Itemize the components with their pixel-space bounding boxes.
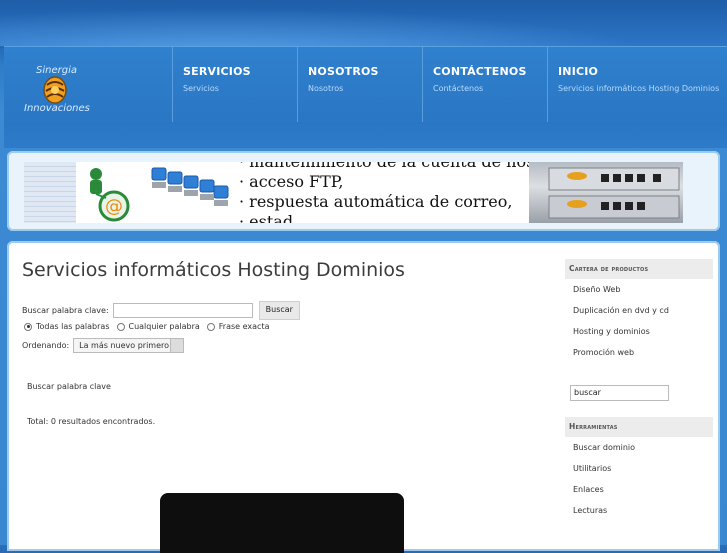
radio-any-word[interactable]: Cualquier palabra bbox=[116, 322, 200, 331]
svg-text:@: @ bbox=[105, 196, 123, 217]
radio-label: Frase exacta bbox=[218, 322, 270, 331]
nav-subbar bbox=[4, 122, 727, 148]
page-title: Servicios informáticos Hosting Dominios bbox=[22, 259, 405, 281]
sidebar-item-promocion[interactable]: Promoción web bbox=[565, 342, 713, 363]
nav-title: NOSOTROS bbox=[308, 65, 379, 78]
sidebar-item-duplicacion[interactable]: Duplicación en dvd y cd bbox=[565, 300, 713, 321]
radio-label: Cualquier palabra bbox=[128, 322, 200, 331]
results-count: Total: 0 resultados encontrados. bbox=[27, 417, 156, 426]
router-image bbox=[529, 162, 683, 223]
sidebar-item-buscar-dominio[interactable]: Buscar dominio bbox=[565, 437, 713, 458]
video-player[interactable] bbox=[160, 493, 404, 553]
nav-subtitle: Servicios bbox=[183, 84, 219, 93]
radio-exact-phrase[interactable]: Frase exacta bbox=[206, 322, 270, 331]
banner-line: · respuesta automática de correo, bbox=[239, 192, 513, 211]
logo-text-bottom: Innovaciones bbox=[24, 103, 90, 114]
nav-item-servicios[interactable]: SERVICIOS Servicios bbox=[173, 47, 298, 123]
banner: @ · acceso FTP, · respuesta automática d… bbox=[7, 151, 720, 231]
banner-image: @ · acceso FTP, · respuesta automática d… bbox=[24, 162, 683, 223]
radio-all-words[interactable]: Todas las palabras bbox=[24, 322, 110, 331]
nav-item-contactenos[interactable]: CONTÁCTENOS Contáctenos bbox=[423, 47, 548, 123]
banner-line: · acceso FTP, bbox=[239, 172, 344, 191]
ordering-select[interactable]: La más nuevo primero bbox=[73, 338, 185, 353]
router-icon bbox=[548, 167, 680, 219]
logo[interactable]: Sinergia Innovaciones bbox=[4, 47, 173, 123]
radio-button[interactable] bbox=[206, 322, 215, 331]
chevron-down-icon[interactable] bbox=[170, 339, 184, 352]
search-row: Buscar palabra clave: Buscar bbox=[22, 301, 300, 320]
newspaper-image bbox=[24, 162, 76, 223]
top-band bbox=[0, 0, 727, 46]
sidebar-item-hosting[interactable]: Hosting y dominios bbox=[565, 321, 713, 342]
at-network-icon: @ bbox=[90, 168, 130, 222]
nav-title: INICIO bbox=[558, 65, 599, 78]
banner-text: · mantenimiento de la cuenta de hosting,… bbox=[239, 162, 571, 223]
ordering-label: Ordenando: bbox=[22, 341, 70, 350]
nav-subtitle: Nosotros bbox=[308, 84, 344, 93]
ordering-value: La más nuevo primero bbox=[79, 341, 170, 350]
sidebar-item-utilitarios[interactable]: Utilitarios bbox=[565, 458, 713, 479]
sidebar: Cartera de productos Diseño Web Duplicac… bbox=[565, 259, 713, 521]
nav-item-inicio[interactable]: INICIO Servicios informáticos Hosting Do… bbox=[548, 47, 727, 123]
content-panel: Servicios informáticos Hosting Dominios … bbox=[7, 241, 720, 553]
banner-line: · mantenimiento de la cuenta de hosting, bbox=[239, 162, 571, 172]
sidebar-item-diseno-web[interactable]: Diseño Web bbox=[565, 279, 713, 300]
sidebar-item-lecturas[interactable]: Lecturas bbox=[565, 500, 713, 521]
main-nav: Sinergia Innovaciones SERVICIOS Servicio… bbox=[4, 46, 727, 123]
keyboard-image bbox=[150, 164, 230, 220]
search-input[interactable] bbox=[112, 303, 253, 318]
nav-title: CONTÁCTENOS bbox=[433, 65, 527, 78]
logo-icon bbox=[43, 76, 67, 104]
sidebar-heading-tools: Herramientas bbox=[565, 417, 713, 437]
radio-button[interactable] bbox=[24, 322, 32, 331]
nav-subtitle: Servicios informáticos Hosting Dominios bbox=[558, 84, 720, 93]
nav-title: SERVICIOS bbox=[183, 65, 251, 78]
keys-icon bbox=[151, 167, 229, 206]
sidebar-heading-products: Cartera de productos bbox=[565, 259, 713, 279]
sidebar-item-enlaces[interactable]: Enlaces bbox=[565, 479, 713, 500]
search-label: Buscar palabra clave: bbox=[22, 306, 109, 315]
banner-line: · estad... bbox=[239, 212, 309, 223]
nav-subtitle: Contáctenos bbox=[433, 84, 484, 93]
search-mode-options: Todas las palabras Cualquier palabra Fra… bbox=[24, 322, 276, 331]
sidebar-search-input[interactable]: buscar bbox=[570, 385, 669, 401]
radio-button[interactable] bbox=[116, 322, 125, 331]
at-sign-image: @ bbox=[82, 162, 144, 223]
radio-label: Todas las palabras bbox=[36, 322, 110, 331]
ordering-row: Ordenando: La más nuevo primero bbox=[22, 338, 185, 353]
nav-item-nosotros[interactable]: NOSOTROS Nosotros bbox=[298, 47, 423, 123]
search-message: Buscar palabra clave bbox=[27, 382, 111, 391]
search-button[interactable]: Buscar bbox=[258, 301, 300, 320]
